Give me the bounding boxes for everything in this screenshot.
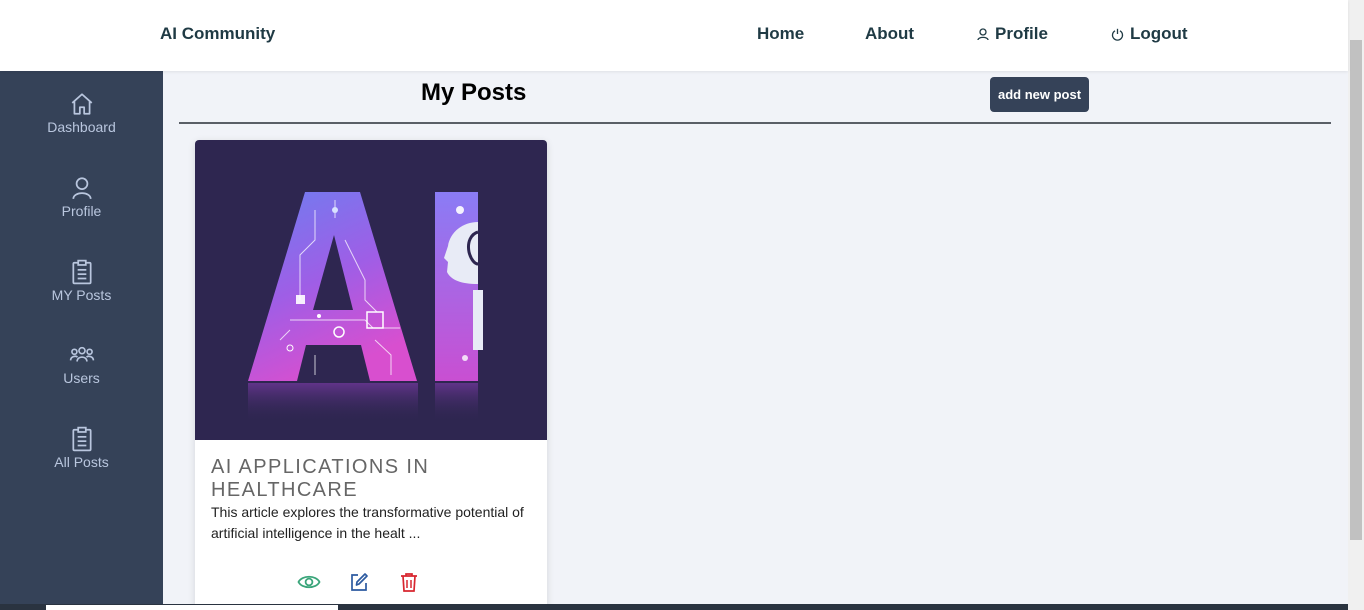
nav-logout-label: Logout bbox=[1130, 24, 1188, 43]
sidebar: Dashboard Profile MY Posts Users All Pos… bbox=[0, 71, 163, 610]
sidebar-item-label: Dashboard bbox=[47, 119, 116, 135]
users-icon bbox=[69, 346, 94, 362]
post-excerpt: This article explores the transformative… bbox=[211, 504, 524, 541]
nav-profile-label: Profile bbox=[995, 24, 1048, 43]
post-image[interactable] bbox=[195, 140, 547, 440]
sidebar-item-my-posts[interactable]: MY Posts bbox=[0, 259, 163, 303]
nav-home[interactable]: Home bbox=[757, 24, 804, 44]
nav-logout[interactable]: Logout bbox=[1111, 24, 1188, 44]
page-title: My Posts bbox=[421, 79, 527, 106]
horizontal-scroll-thumb[interactable] bbox=[46, 605, 338, 610]
sidebar-item-label: Profile bbox=[61, 203, 102, 219]
delete-icon[interactable] bbox=[400, 572, 418, 592]
nav-about-label: About bbox=[865, 24, 915, 43]
sidebar-item-all-posts[interactable]: All Posts bbox=[0, 426, 163, 470]
user-icon bbox=[977, 27, 989, 40]
top-navbar: AI Community Home About Profile Logout bbox=[0, 0, 1348, 71]
brand-logo[interactable]: AI Community bbox=[160, 24, 275, 44]
power-icon bbox=[1111, 28, 1124, 41]
sidebar-item-dashboard[interactable]: Dashboard bbox=[0, 91, 163, 135]
sidebar-item-users[interactable]: Users bbox=[0, 342, 163, 386]
user-icon bbox=[71, 177, 92, 200]
nav-home-label: Home bbox=[757, 24, 805, 43]
sidebar-item-label: All Posts bbox=[54, 454, 109, 470]
sidebar-item-profile[interactable]: Profile bbox=[0, 175, 163, 219]
edit-icon[interactable] bbox=[349, 572, 369, 592]
post-card: AI APPLICATIONS IN HEALTHCARE This artic… bbox=[195, 140, 547, 610]
clipboard-icon bbox=[71, 259, 92, 285]
divider bbox=[179, 122, 1331, 124]
view-icon[interactable] bbox=[297, 572, 321, 592]
sidebar-item-label: MY Posts bbox=[51, 287, 112, 303]
add-new-post-button[interactable]: add new post bbox=[990, 77, 1089, 112]
nav-about[interactable]: About bbox=[865, 24, 914, 44]
nav-profile[interactable]: Profile bbox=[977, 24, 1048, 44]
sidebar-item-label: Users bbox=[63, 370, 100, 386]
post-title[interactable]: AI APPLICATIONS IN HEALTHCARE bbox=[211, 456, 531, 502]
scrollbar-thumb[interactable] bbox=[1350, 40, 1362, 540]
clipboard-icon bbox=[71, 426, 92, 452]
home-icon bbox=[71, 93, 92, 115]
